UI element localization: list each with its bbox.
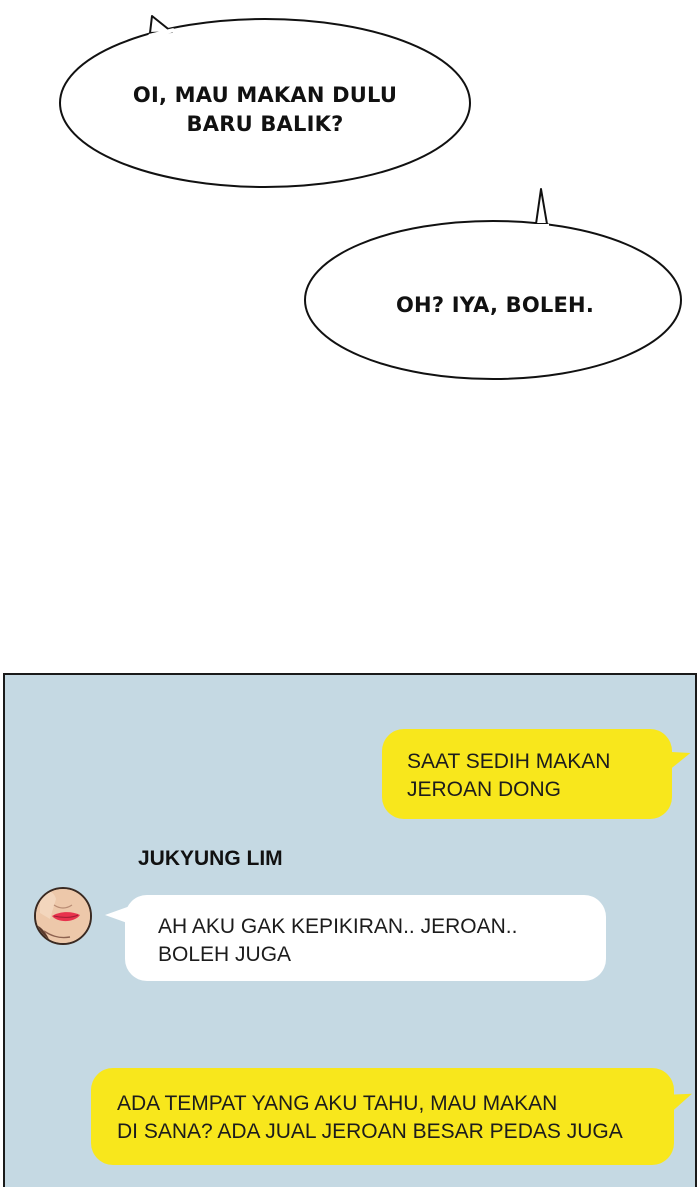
message-line: AH AKU GAK KEPIKIRAN.. JEROAN..: [158, 915, 518, 938]
chat-panel: SAAT SEDIH MAKAN JEROAN DONG JUKYUNG LIM…: [3, 673, 697, 1187]
speech-bubble-2-text: OH? IYA, BOLEH.: [330, 291, 660, 320]
speech-line: OI, MAU MAKAN DULU: [132, 83, 398, 107]
speech-bubble-1-text: OI, MAU MAKAN DULU BARU BALIK?: [95, 81, 435, 139]
avatar: [34, 887, 92, 945]
speech-line: OH? IYA, BOLEH.: [396, 293, 594, 317]
speech-bubble-2: [304, 188, 682, 380]
message-line: SAAT SEDIH MAKAN: [407, 750, 611, 773]
message-line: DI SANA? ADA JUAL JEROAN BESAR PEDAS JUG…: [117, 1120, 623, 1143]
avatar-face-icon: [36, 889, 90, 943]
outgoing-message: SAAT SEDIH MAKAN JEROAN DONG: [382, 729, 672, 819]
incoming-message: AH AKU GAK KEPIKIRAN.. JEROAN.. BOLEH JU…: [125, 895, 606, 981]
outgoing-message: ADA TEMPAT YANG AKU TAHU, MAU MAKAN DI S…: [91, 1068, 674, 1165]
comic-panel-top: OI, MAU MAKAN DULU BARU BALIK? OH? IYA, …: [0, 0, 700, 640]
sender-name: JUKYUNG LIM: [138, 847, 283, 870]
message-line: ADA TEMPAT YANG AKU TAHU, MAU MAKAN: [117, 1092, 558, 1115]
message-line: JEROAN DONG: [407, 778, 562, 801]
message-line: BOLEH JUGA: [158, 943, 292, 966]
speech-line: BARU BALIK?: [186, 112, 344, 136]
